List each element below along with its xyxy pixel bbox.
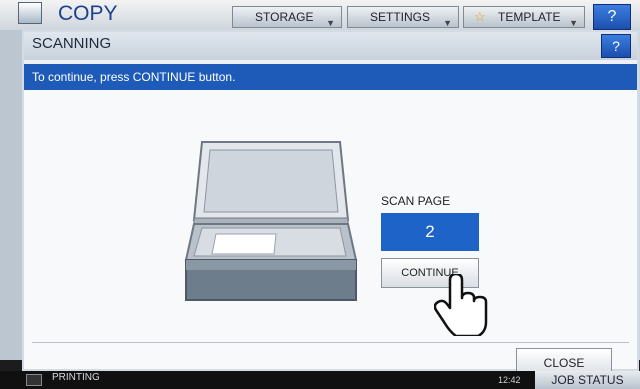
scanning-dialog: SCANNING ? To continue, press CONTINUE b…: [22, 30, 639, 378]
star-icon: ☆: [474, 9, 486, 24]
clock-time: 12:42: [498, 375, 521, 385]
printer-icon: [26, 374, 42, 386]
copy-app-icon: [18, 2, 42, 24]
message-text: To continue, press CONTINUE button.: [32, 70, 236, 84]
tab-template-label: TEMPLATE: [498, 10, 561, 24]
scanner-illustration: [184, 141, 358, 301]
scan-page-label: SCAN PAGE: [381, 194, 451, 208]
pointing-hand-icon: [434, 274, 488, 336]
dialog-divider: [32, 342, 629, 343]
printing-status: PRINTING: [52, 372, 100, 383]
tab-template[interactable]: ☆ TEMPLATE ▼: [463, 6, 585, 28]
help-button[interactable]: ?: [593, 4, 631, 30]
job-status-button[interactable]: JOB STATUS: [535, 371, 640, 389]
background-panel-left: [0, 30, 22, 360]
top-bar: COPY STORAGE ▼ SETTINGS ▼ ☆ TEMPLATE ▼ ?: [0, 0, 640, 30]
dialog-help-button[interactable]: ?: [601, 34, 631, 58]
app-title: COPY: [58, 2, 118, 25]
dialog-title-bar: SCANNING ?: [24, 32, 637, 60]
tab-storage-label: STORAGE: [255, 10, 314, 24]
dialog-title: SCANNING: [32, 35, 112, 52]
tab-settings[interactable]: SETTINGS ▼: [347, 6, 459, 28]
scan-page-value: 2: [381, 213, 479, 251]
dialog-content: SCAN PAGE 2 CONTINUE CLOSE: [24, 90, 637, 378]
message-bar: To continue, press CONTINUE button.: [24, 64, 637, 90]
tab-settings-label: SETTINGS: [370, 10, 431, 24]
tab-storage[interactable]: STORAGE ▼: [232, 6, 342, 28]
